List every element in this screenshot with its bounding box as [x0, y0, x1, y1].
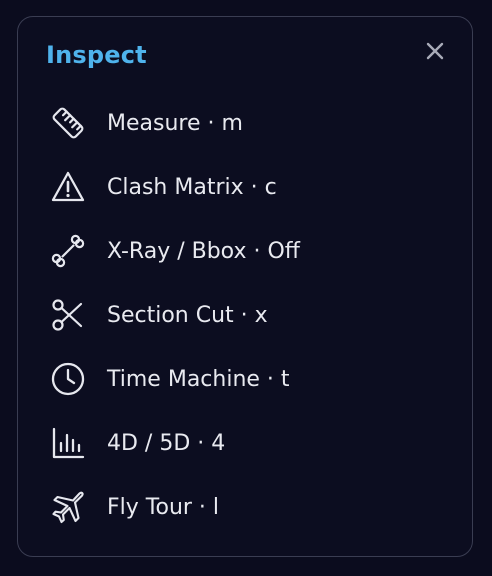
- close-button[interactable]: [423, 39, 447, 63]
- inspect-panel: Inspect Measure · m Clash Matrix · c X-R…: [17, 16, 473, 557]
- menu-item-clash-matrix[interactable]: Clash Matrix · c: [46, 155, 446, 219]
- menu-item-time-machine[interactable]: Time Machine · t: [46, 347, 446, 411]
- menu-item-label: 4D / 5D · 4: [107, 430, 226, 456]
- menu-item-fly-tour[interactable]: Fly Tour · l: [46, 475, 446, 539]
- menu-item-label: Fly Tour · l: [107, 494, 220, 520]
- menu-item-label: Measure · m: [107, 110, 243, 136]
- ruler-icon: [50, 101, 94, 145]
- warning-triangle-icon: [50, 165, 94, 209]
- scissors-icon: [50, 293, 94, 337]
- menu-item-label: Clash Matrix · c: [107, 174, 277, 200]
- menu-item-section-cut[interactable]: Section Cut · x: [46, 283, 446, 347]
- menu-item-4d-5d[interactable]: 4D / 5D · 4: [46, 411, 446, 475]
- panel-title: Inspect: [46, 41, 147, 69]
- menu-item-label: Time Machine · t: [107, 366, 290, 392]
- bone-icon: [50, 229, 94, 273]
- menu-item-xray-bbox[interactable]: X-Ray / Bbox · Off: [46, 219, 446, 283]
- menu-item-label: X-Ray / Bbox · Off: [107, 238, 300, 264]
- menu-item-measure[interactable]: Measure · m: [46, 91, 446, 155]
- clock-icon: [50, 357, 94, 401]
- close-icon: [426, 42, 444, 60]
- menu-item-label: Section Cut · x: [107, 302, 268, 328]
- bar-chart-icon: [50, 421, 94, 465]
- airplane-icon: [50, 485, 94, 529]
